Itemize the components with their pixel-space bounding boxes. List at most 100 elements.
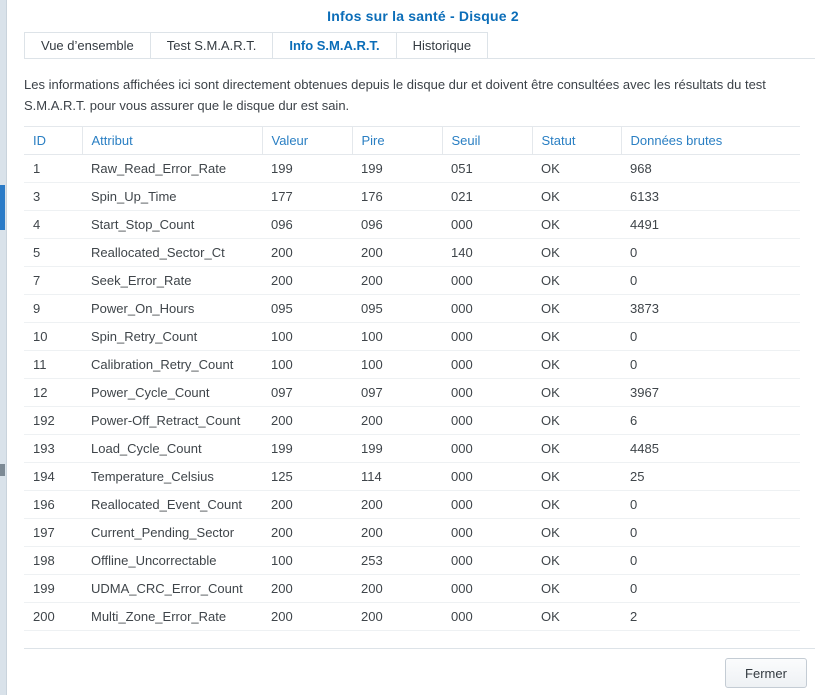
- column-header-value[interactable]: Valeur: [262, 126, 353, 155]
- cell-id: 199: [24, 574, 82, 603]
- cell-id: 194: [24, 462, 82, 491]
- footer-divider: [24, 648, 815, 649]
- cell-threshold: 000: [442, 322, 532, 351]
- cell-id: 7: [24, 266, 82, 295]
- smart-table-container[interactable]: ID Attribut Valeur Pire Seuil Statut Don…: [24, 126, 817, 632]
- cell-id: 200: [24, 602, 82, 631]
- cell-status: OK: [532, 546, 621, 575]
- smart-description: Les informations affichées ici sont dire…: [24, 77, 766, 113]
- cell-attribute: Temperature_Celsius: [82, 462, 262, 491]
- cell-id: 1: [24, 154, 82, 183]
- table-row[interactable]: 12 Power_Cycle_Count 097 097 000 OK 3967: [24, 378, 817, 407]
- cell-raw-data: 968: [621, 154, 800, 183]
- cell-attribute: Seek_Error_Rate: [82, 266, 262, 295]
- background-accent: [0, 185, 5, 230]
- cell-worst: 097: [352, 378, 442, 407]
- cell-attribute: Power_Cycle_Count: [82, 378, 262, 407]
- cell-worst: 199: [352, 154, 442, 183]
- cell-worst: 200: [352, 518, 442, 547]
- cell-attribute: UDMA_CRC_Error_Count: [82, 574, 262, 603]
- cell-worst: 096: [352, 210, 442, 239]
- tab-overview[interactable]: Vue d’ensemble: [25, 32, 151, 58]
- cell-worst: 200: [352, 406, 442, 435]
- tab-smart-test[interactable]: Test S.M.A.R.T.: [150, 32, 274, 58]
- cell-id: 5: [24, 238, 82, 267]
- tab-divider: [24, 58, 815, 59]
- cell-value: 100: [262, 546, 352, 575]
- table-row[interactable]: 10 Spin_Retry_Count 100 100 000 OK 0: [24, 322, 817, 351]
- table-scrollbar[interactable]: [800, 126, 817, 632]
- cell-attribute: Multi_Zone_Error_Rate: [82, 602, 262, 631]
- cell-status: OK: [532, 294, 621, 323]
- table-row[interactable]: 1 Raw_Read_Error_Rate 199 199 051 OK 968: [24, 154, 817, 183]
- cell-worst: 200: [352, 574, 442, 603]
- table-row[interactable]: 9 Power_On_Hours 095 095 000 OK 3873: [24, 294, 817, 323]
- cell-raw-data: 6133: [621, 182, 800, 211]
- cell-raw-data: 0: [621, 490, 800, 519]
- table-row[interactable]: 11 Calibration_Retry_Count 100 100 000 OK 0: [24, 350, 817, 379]
- cell-raw-data: 25: [621, 462, 800, 491]
- column-header-attribute[interactable]: Attribut: [82, 126, 263, 155]
- table-row[interactable]: 5 Reallocated_Sector_Ct 200 200 140 OK 0: [24, 238, 817, 267]
- cell-id: 9: [24, 294, 82, 323]
- table-row[interactable]: 197 Current_Pending_Sector 200 200 000 OK 0: [24, 518, 817, 547]
- cell-threshold: 000: [442, 490, 532, 519]
- table-row[interactable]: 196 Reallocated_Event_Count 200 200 000 OK 0: [24, 490, 817, 519]
- cell-threshold: 000: [442, 210, 532, 239]
- close-button[interactable]: Fermer: [725, 658, 807, 688]
- cell-attribute: Spin_Up_Time: [82, 182, 262, 211]
- table-row[interactable]: 194 Temperature_Celsius 125 114 000 OK 25: [24, 462, 817, 491]
- cell-status: OK: [532, 154, 621, 183]
- cell-attribute: Raw_Read_Error_Rate: [82, 154, 262, 183]
- table-row[interactable]: 3 Spin_Up_Time 177 176 021 OK 6133: [24, 182, 817, 211]
- cell-value: 097: [262, 378, 352, 407]
- cell-worst: 114: [352, 462, 442, 491]
- cell-raw-data: 0: [621, 322, 800, 351]
- cell-status: OK: [532, 350, 621, 379]
- cell-status: OK: [532, 462, 621, 491]
- cell-worst: 200: [352, 602, 442, 631]
- cell-raw-data: 3967: [621, 378, 800, 407]
- cell-id: 198: [24, 546, 82, 575]
- cell-value: 100: [262, 350, 352, 379]
- cell-attribute: Reallocated_Event_Count: [82, 490, 262, 519]
- table-row[interactable]: 193 Load_Cycle_Count 199 199 000 OK 4485: [24, 434, 817, 463]
- table-row[interactable]: 4 Start_Stop_Count 096 096 000 OK 4491: [24, 210, 817, 239]
- cell-worst: 176: [352, 182, 442, 211]
- table-row[interactable]: 200 Multi_Zone_Error_Rate 200 200 000 OK 2: [24, 602, 817, 631]
- cell-value: 095: [262, 294, 352, 323]
- cell-raw-data: 4491: [621, 210, 800, 239]
- background-glyph: [0, 464, 5, 476]
- cell-worst: 200: [352, 238, 442, 267]
- cell-threshold: 000: [442, 294, 532, 323]
- cell-id: 193: [24, 434, 82, 463]
- cell-worst: 100: [352, 322, 442, 351]
- health-info-dialog: Infos sur la santé - Disque 2 Vue d’ense…: [6, 0, 839, 695]
- column-header-id[interactable]: ID: [24, 126, 83, 155]
- tab-smart-info[interactable]: Info S.M.A.R.T.: [273, 32, 397, 59]
- cell-value: 200: [262, 574, 352, 603]
- cell-attribute: Load_Cycle_Count: [82, 434, 262, 463]
- table-row[interactable]: 7 Seek_Error_Rate 200 200 000 OK 0: [24, 266, 817, 295]
- cell-status: OK: [532, 406, 621, 435]
- table-row[interactable]: 198 Offline_Uncorrectable 100 253 000 OK 0: [24, 546, 817, 575]
- table-row[interactable]: 192 Power-Off_Retract_Count 200 200 000 OK 6: [24, 406, 817, 435]
- column-header-threshold[interactable]: Seuil: [442, 126, 533, 155]
- cell-status: OK: [532, 210, 621, 239]
- column-header-status[interactable]: Statut: [532, 126, 622, 155]
- smart-attributes-table: ID Attribut Valeur Pire Seuil Statut Don…: [24, 126, 817, 631]
- column-header-raw-data[interactable]: Données brutes: [621, 126, 801, 155]
- column-header-worst[interactable]: Pire: [352, 126, 443, 155]
- cell-id: 4: [24, 210, 82, 239]
- table-header-row: ID Attribut Valeur Pire Seuil Statut Don…: [24, 126, 817, 155]
- tab-history[interactable]: Historique: [396, 32, 489, 58]
- cell-raw-data: 0: [621, 546, 800, 575]
- cell-value: 200: [262, 490, 352, 519]
- table-row[interactable]: 199 UDMA_CRC_Error_Count 200 200 000 OK 0: [24, 574, 817, 603]
- cell-value: 096: [262, 210, 352, 239]
- cell-status: OK: [532, 266, 621, 295]
- cell-attribute: Current_Pending_Sector: [82, 518, 262, 547]
- dialog-title-bar[interactable]: Infos sur la santé - Disque 2: [7, 0, 839, 32]
- cell-id: 3: [24, 182, 82, 211]
- cell-id: 12: [24, 378, 82, 407]
